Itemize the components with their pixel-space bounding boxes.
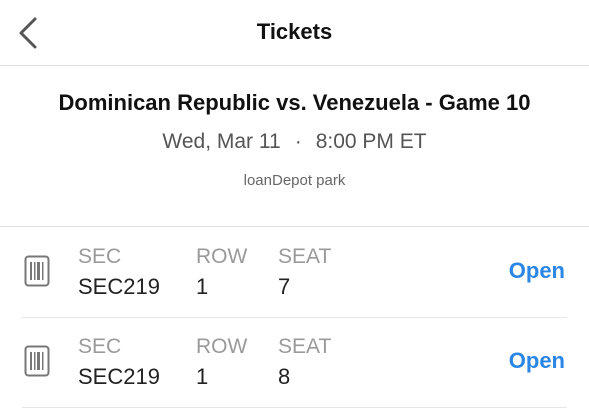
seat-field: SEAT 7 (278, 244, 331, 302)
section-value: SEC219 (78, 274, 160, 299)
divider (22, 407, 567, 408)
row-label: ROW (196, 335, 248, 358)
section-value: SEC219 (78, 364, 160, 389)
seat-field: SEAT 8 (278, 334, 331, 392)
ticket-row: SEC SEC219 ROW 1 SEAT 8 Open (0, 318, 589, 408)
seat-value: 7 (278, 274, 291, 299)
row-field: ROW 1 (196, 334, 247, 392)
tickets-screen: Tickets Dominican Republic vs. Venezuela… (0, 0, 589, 412)
section-label: SEC (78, 335, 122, 358)
open-ticket-button[interactable]: Open (509, 348, 565, 374)
row-value: 1 (196, 274, 209, 299)
section-field: SEC SEC219 (78, 334, 160, 392)
seat-label: SEAT (278, 245, 332, 268)
section-label: SEC (78, 245, 122, 268)
event-datetime: Wed, Mar 11 · 8:00 PM ET (0, 130, 589, 154)
seat-label: SEAT (278, 335, 332, 358)
top-bar: Tickets (0, 0, 589, 66)
seat-value: 8 (278, 364, 291, 389)
event-info: Dominican Republic vs. Venezuela - Game … (0, 66, 589, 227)
event-venue: loanDepot park (243, 172, 346, 189)
page-title: Tickets (256, 19, 333, 44)
event-time: 8:00 PM ET (315, 130, 427, 153)
barcode-ticket-icon (24, 255, 50, 287)
row-label: ROW (196, 245, 248, 268)
separator-dot: · (294, 130, 302, 153)
barcode-ticket-icon (24, 345, 50, 377)
ticket-row: SEC SEC219 ROW 1 SEAT 7 Open (0, 228, 589, 318)
row-value: 1 (196, 364, 209, 389)
event-date: Wed, Mar 11 (162, 130, 281, 153)
row-field: ROW 1 (196, 244, 247, 302)
section-field: SEC SEC219 (78, 244, 160, 302)
open-ticket-button[interactable]: Open (509, 258, 565, 284)
event-title: Dominican Republic vs. Venezuela - Game … (58, 90, 531, 115)
